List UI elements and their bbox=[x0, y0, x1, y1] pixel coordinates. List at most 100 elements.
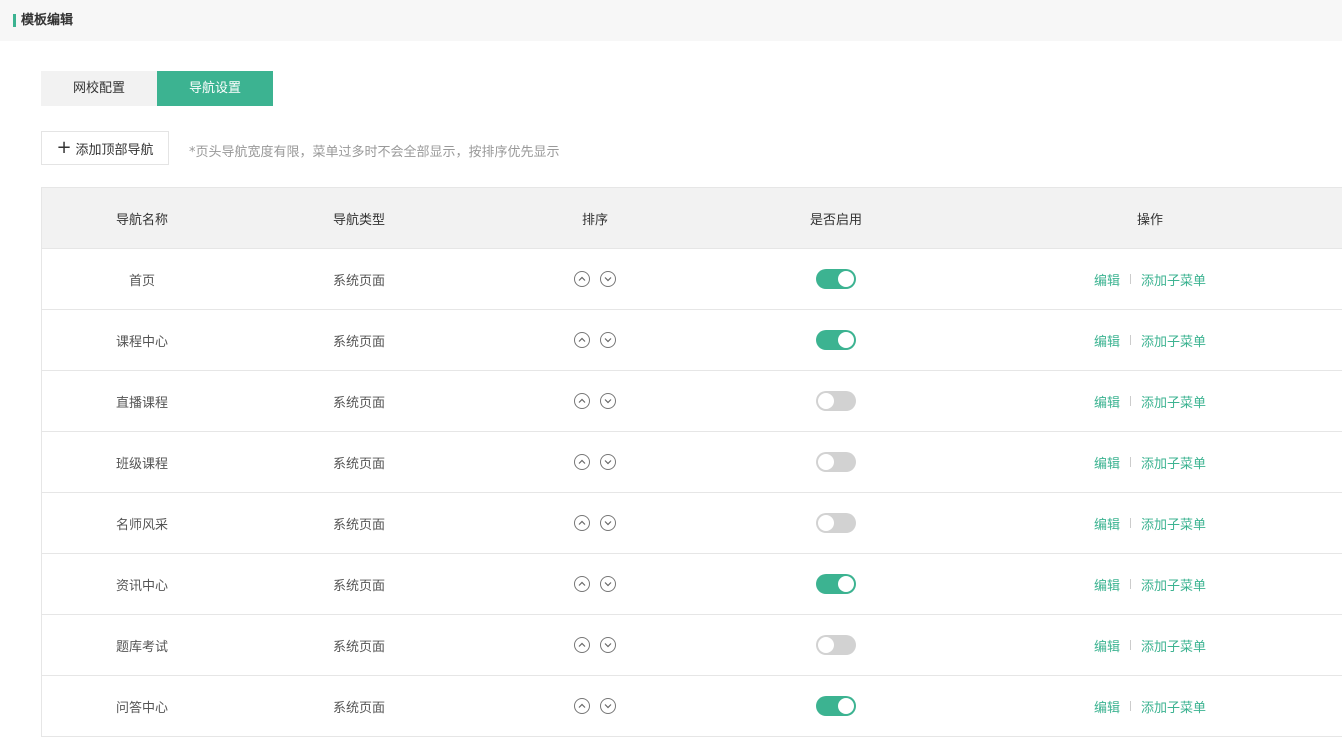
edit-link[interactable]: 编辑 bbox=[1094, 697, 1120, 716]
sort-controls bbox=[476, 493, 714, 553]
move-down-icon[interactable] bbox=[600, 393, 616, 409]
edit-link[interactable]: 编辑 bbox=[1094, 453, 1120, 472]
add-submenu-link[interactable]: 添加子菜单 bbox=[1141, 514, 1206, 533]
move-up-icon[interactable] bbox=[574, 515, 590, 531]
action-divider bbox=[1130, 335, 1131, 345]
nav-name: 课程中心 bbox=[115, 334, 168, 350]
enable-toggle[interactable] bbox=[816, 513, 856, 533]
enable-toggle[interactable] bbox=[816, 635, 856, 655]
col-header-name: 导航名称 bbox=[115, 212, 168, 228]
nav-width-hint: *页头导航宽度有限，菜单过多时不会全部显示，按排序优先显示 bbox=[189, 145, 560, 160]
action-divider bbox=[1130, 457, 1131, 467]
sort-controls bbox=[476, 249, 714, 309]
add-submenu-link[interactable]: 添加子菜单 bbox=[1141, 697, 1206, 716]
toggle-knob bbox=[838, 271, 854, 287]
action-divider bbox=[1130, 518, 1131, 528]
action-divider bbox=[1130, 396, 1131, 406]
row-actions: 编辑 添加子菜单 bbox=[958, 371, 1342, 431]
move-up-icon[interactable] bbox=[574, 698, 590, 714]
row-actions: 编辑 添加子菜单 bbox=[958, 310, 1342, 370]
enable-cell bbox=[714, 676, 958, 736]
move-down-icon[interactable] bbox=[600, 454, 616, 470]
edit-link[interactable]: 编辑 bbox=[1094, 270, 1120, 289]
enable-toggle[interactable] bbox=[816, 696, 856, 716]
edit-link[interactable]: 编辑 bbox=[1094, 392, 1120, 411]
add-submenu-link[interactable]: 添加子菜单 bbox=[1141, 270, 1206, 289]
row-actions: 编辑 添加子菜单 bbox=[958, 676, 1342, 736]
table-row: 资讯中心 系统页面 编辑 添加子菜单 bbox=[42, 554, 1342, 615]
add-submenu-link[interactable]: 添加子菜单 bbox=[1141, 392, 1206, 411]
enable-toggle[interactable] bbox=[816, 269, 856, 289]
row-actions: 编辑 添加子菜单 bbox=[958, 432, 1342, 492]
nav-name: 班级课程 bbox=[115, 456, 168, 472]
toggle-knob bbox=[838, 698, 854, 714]
col-header-type: 导航类型 bbox=[332, 212, 385, 228]
sort-controls bbox=[476, 615, 714, 675]
action-divider bbox=[1130, 640, 1131, 650]
enable-toggle[interactable] bbox=[816, 452, 856, 472]
table-body: 首页 系统页面 编辑 添加子菜单 课程中心 系统页面 编辑 添加子菜单 直播课程 系统页面 编辑 添加… bbox=[42, 249, 1342, 737]
enable-cell bbox=[714, 371, 958, 431]
move-up-icon[interactable] bbox=[574, 393, 590, 409]
move-up-icon[interactable] bbox=[574, 637, 590, 653]
tab-nav-settings[interactable]: 导航设置 bbox=[157, 71, 273, 106]
add-submenu-link[interactable]: 添加子菜单 bbox=[1141, 453, 1206, 472]
move-down-icon[interactable] bbox=[600, 698, 616, 714]
action-divider bbox=[1130, 274, 1131, 284]
nav-name: 直播课程 bbox=[115, 395, 168, 411]
title-accent-bar bbox=[13, 14, 16, 27]
move-down-icon[interactable] bbox=[600, 576, 616, 592]
move-down-icon[interactable] bbox=[600, 332, 616, 348]
enable-cell bbox=[714, 554, 958, 614]
page-title: 模板编辑 bbox=[21, 13, 74, 28]
move-down-icon[interactable] bbox=[600, 637, 616, 653]
add-submenu-link[interactable]: 添加子菜单 bbox=[1141, 636, 1206, 655]
sort-controls bbox=[476, 554, 714, 614]
tab-bar: 网校配置 导航设置 bbox=[41, 71, 273, 106]
enable-cell bbox=[714, 432, 958, 492]
enable-cell bbox=[714, 310, 958, 370]
enable-toggle[interactable] bbox=[816, 391, 856, 411]
sort-controls bbox=[476, 676, 714, 736]
page-header: 模板编辑 bbox=[0, 0, 1342, 41]
tab-school-config[interactable]: 网校配置 bbox=[41, 71, 157, 106]
action-divider bbox=[1130, 701, 1131, 711]
toggle-knob bbox=[818, 393, 834, 409]
nav-type: 系统页面 bbox=[332, 639, 385, 655]
nav-type: 系统页面 bbox=[332, 395, 385, 411]
plus-icon: + bbox=[56, 137, 72, 158]
add-submenu-link[interactable]: 添加子菜单 bbox=[1141, 575, 1206, 594]
add-top-nav-button[interactable]: + 添加顶部导航 bbox=[41, 131, 169, 165]
toggle-knob bbox=[818, 637, 834, 653]
col-header-actions: 操作 bbox=[1136, 212, 1163, 228]
toggle-knob bbox=[818, 454, 834, 470]
enable-toggle[interactable] bbox=[816, 574, 856, 594]
col-header-enabled: 是否启用 bbox=[809, 212, 862, 228]
move-up-icon[interactable] bbox=[574, 332, 590, 348]
sort-controls bbox=[476, 310, 714, 370]
nav-name: 名师风采 bbox=[115, 517, 168, 533]
nav-type: 系统页面 bbox=[332, 700, 385, 716]
edit-link[interactable]: 编辑 bbox=[1094, 331, 1120, 350]
edit-link[interactable]: 编辑 bbox=[1094, 636, 1120, 655]
toggle-knob bbox=[838, 576, 854, 592]
edit-link[interactable]: 编辑 bbox=[1094, 575, 1120, 594]
edit-link[interactable]: 编辑 bbox=[1094, 514, 1120, 533]
move-up-icon[interactable] bbox=[574, 454, 590, 470]
row-actions: 编辑 添加子菜单 bbox=[958, 554, 1342, 614]
nav-type: 系统页面 bbox=[332, 334, 385, 350]
nav-name: 问答中心 bbox=[115, 700, 168, 716]
move-up-icon[interactable] bbox=[574, 271, 590, 287]
nav-name: 题库考试 bbox=[115, 639, 168, 655]
table-row: 名师风采 系统页面 编辑 添加子菜单 bbox=[42, 493, 1342, 554]
enable-cell bbox=[714, 249, 958, 309]
enable-toggle[interactable] bbox=[816, 330, 856, 350]
move-up-icon[interactable] bbox=[574, 576, 590, 592]
toggle-knob bbox=[818, 515, 834, 531]
add-submenu-link[interactable]: 添加子菜单 bbox=[1141, 331, 1206, 350]
nav-type: 系统页面 bbox=[332, 517, 385, 533]
move-down-icon[interactable] bbox=[600, 271, 616, 287]
nav-type: 系统页面 bbox=[332, 578, 385, 594]
nav-table: 导航名称 导航类型 排序 是否启用 操作 首页 系统页面 编辑 添加子菜单 课程中心 系统… bbox=[41, 187, 1342, 737]
move-down-icon[interactable] bbox=[600, 515, 616, 531]
